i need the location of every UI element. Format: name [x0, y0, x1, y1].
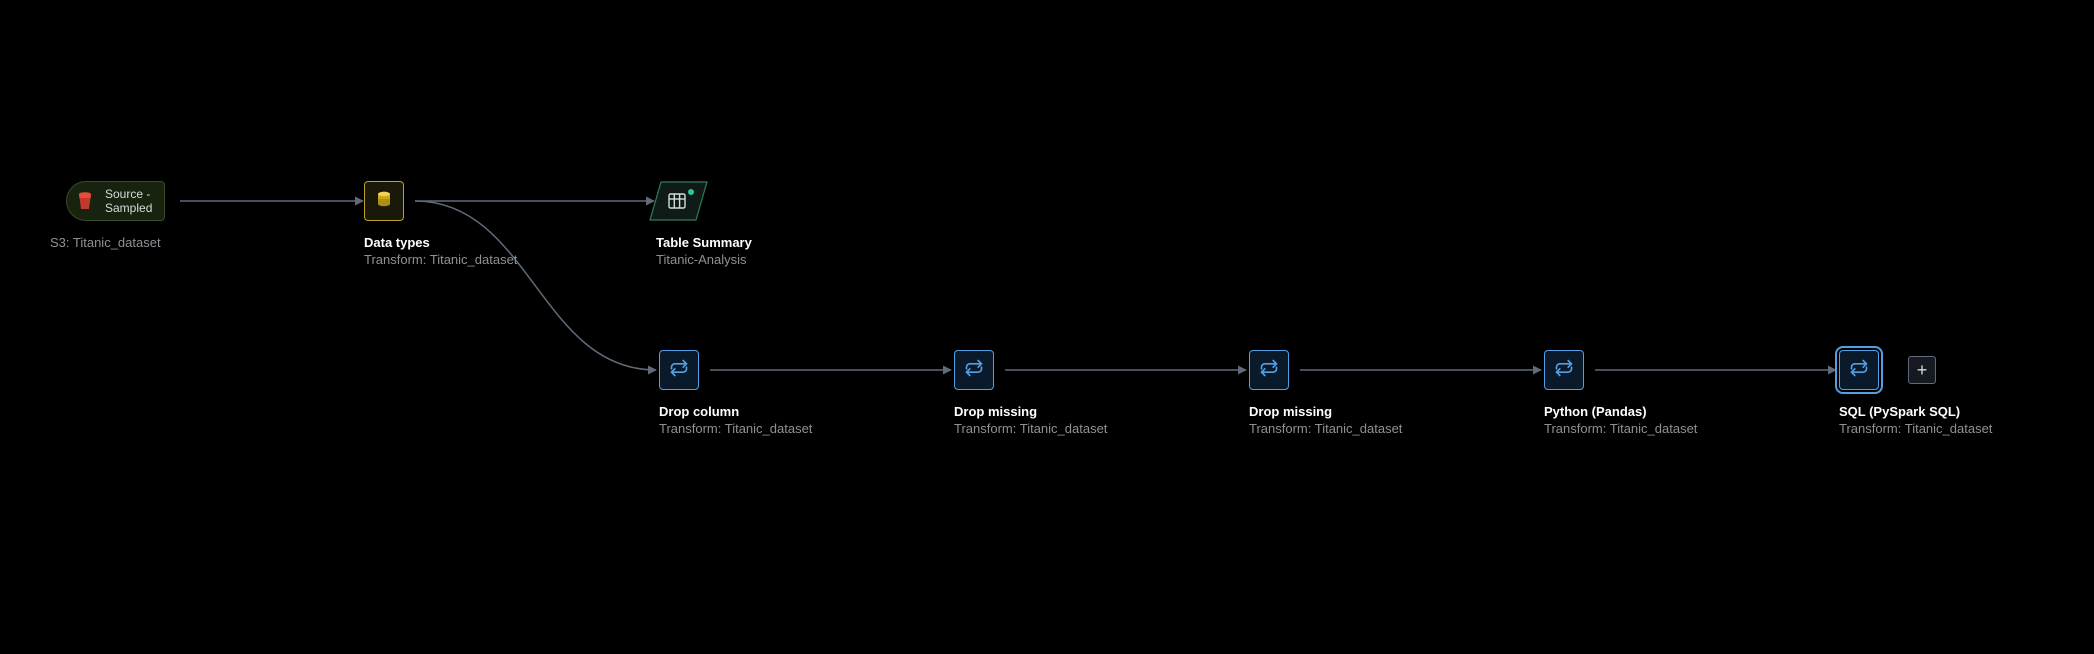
table-summary-box[interactable] [656, 181, 702, 221]
table-summary-subtitle: Titanic-Analysis [656, 252, 752, 267]
connector-lines [0, 0, 2094, 654]
node-source[interactable]: Source - Sampled S3: Titanic_dataset [66, 181, 165, 250]
drop-column-subtitle: Transform: Titanic_dataset [659, 421, 812, 436]
node-table-summary[interactable]: Table Summary Titanic-Analysis [656, 181, 752, 267]
transform-icon [1849, 358, 1869, 383]
node-data-types[interactable]: Data types Transform: Titanic_dataset [364, 181, 517, 267]
data-types-title: Data types [364, 235, 517, 250]
sql-title: SQL (PySpark SQL) [1839, 404, 1992, 419]
python-title: Python (Pandas) [1544, 404, 1697, 419]
drop-missing-2-title: Drop missing [1249, 404, 1402, 419]
add-step-button[interactable]: + [1908, 356, 1936, 384]
python-subtitle: Transform: Titanic_dataset [1544, 421, 1697, 436]
table-summary-title: Table Summary [656, 235, 752, 250]
python-box[interactable] [1544, 350, 1584, 390]
transform-icon [669, 358, 689, 383]
source-pill-text: Source - Sampled [105, 187, 152, 215]
node-drop-missing-1[interactable]: Drop missing Transform: Titanic_dataset [954, 350, 1107, 436]
s3-bucket-icon [73, 189, 97, 213]
drop-column-box[interactable] [659, 350, 699, 390]
data-types-subtitle: Transform: Titanic_dataset [364, 252, 517, 267]
data-types-box[interactable] [364, 181, 404, 221]
drop-missing-2-subtitle: Transform: Titanic_dataset [1249, 421, 1402, 436]
transform-icon [1554, 358, 1574, 383]
database-icon [374, 189, 394, 214]
node-drop-column[interactable]: Drop column Transform: Titanic_dataset [659, 350, 812, 436]
source-pill[interactable]: Source - Sampled [66, 181, 165, 221]
drop-missing-1-title: Drop missing [954, 404, 1107, 419]
transform-icon [964, 358, 984, 383]
drop-missing-1-subtitle: Transform: Titanic_dataset [954, 421, 1107, 436]
node-python-pandas[interactable]: Python (Pandas) Transform: Titanic_datas… [1544, 350, 1697, 436]
node-drop-missing-2[interactable]: Drop missing Transform: Titanic_dataset [1249, 350, 1402, 436]
source-subtitle: S3: Titanic_dataset [50, 235, 165, 250]
drop-column-title: Drop column [659, 404, 812, 419]
transform-icon [1259, 358, 1279, 383]
sql-box[interactable] [1839, 350, 1879, 390]
drop-missing-1-box[interactable] [954, 350, 994, 390]
plus-icon: + [1917, 361, 1928, 379]
sql-subtitle: Transform: Titanic_dataset [1839, 421, 1992, 436]
drop-missing-2-box[interactable] [1249, 350, 1289, 390]
